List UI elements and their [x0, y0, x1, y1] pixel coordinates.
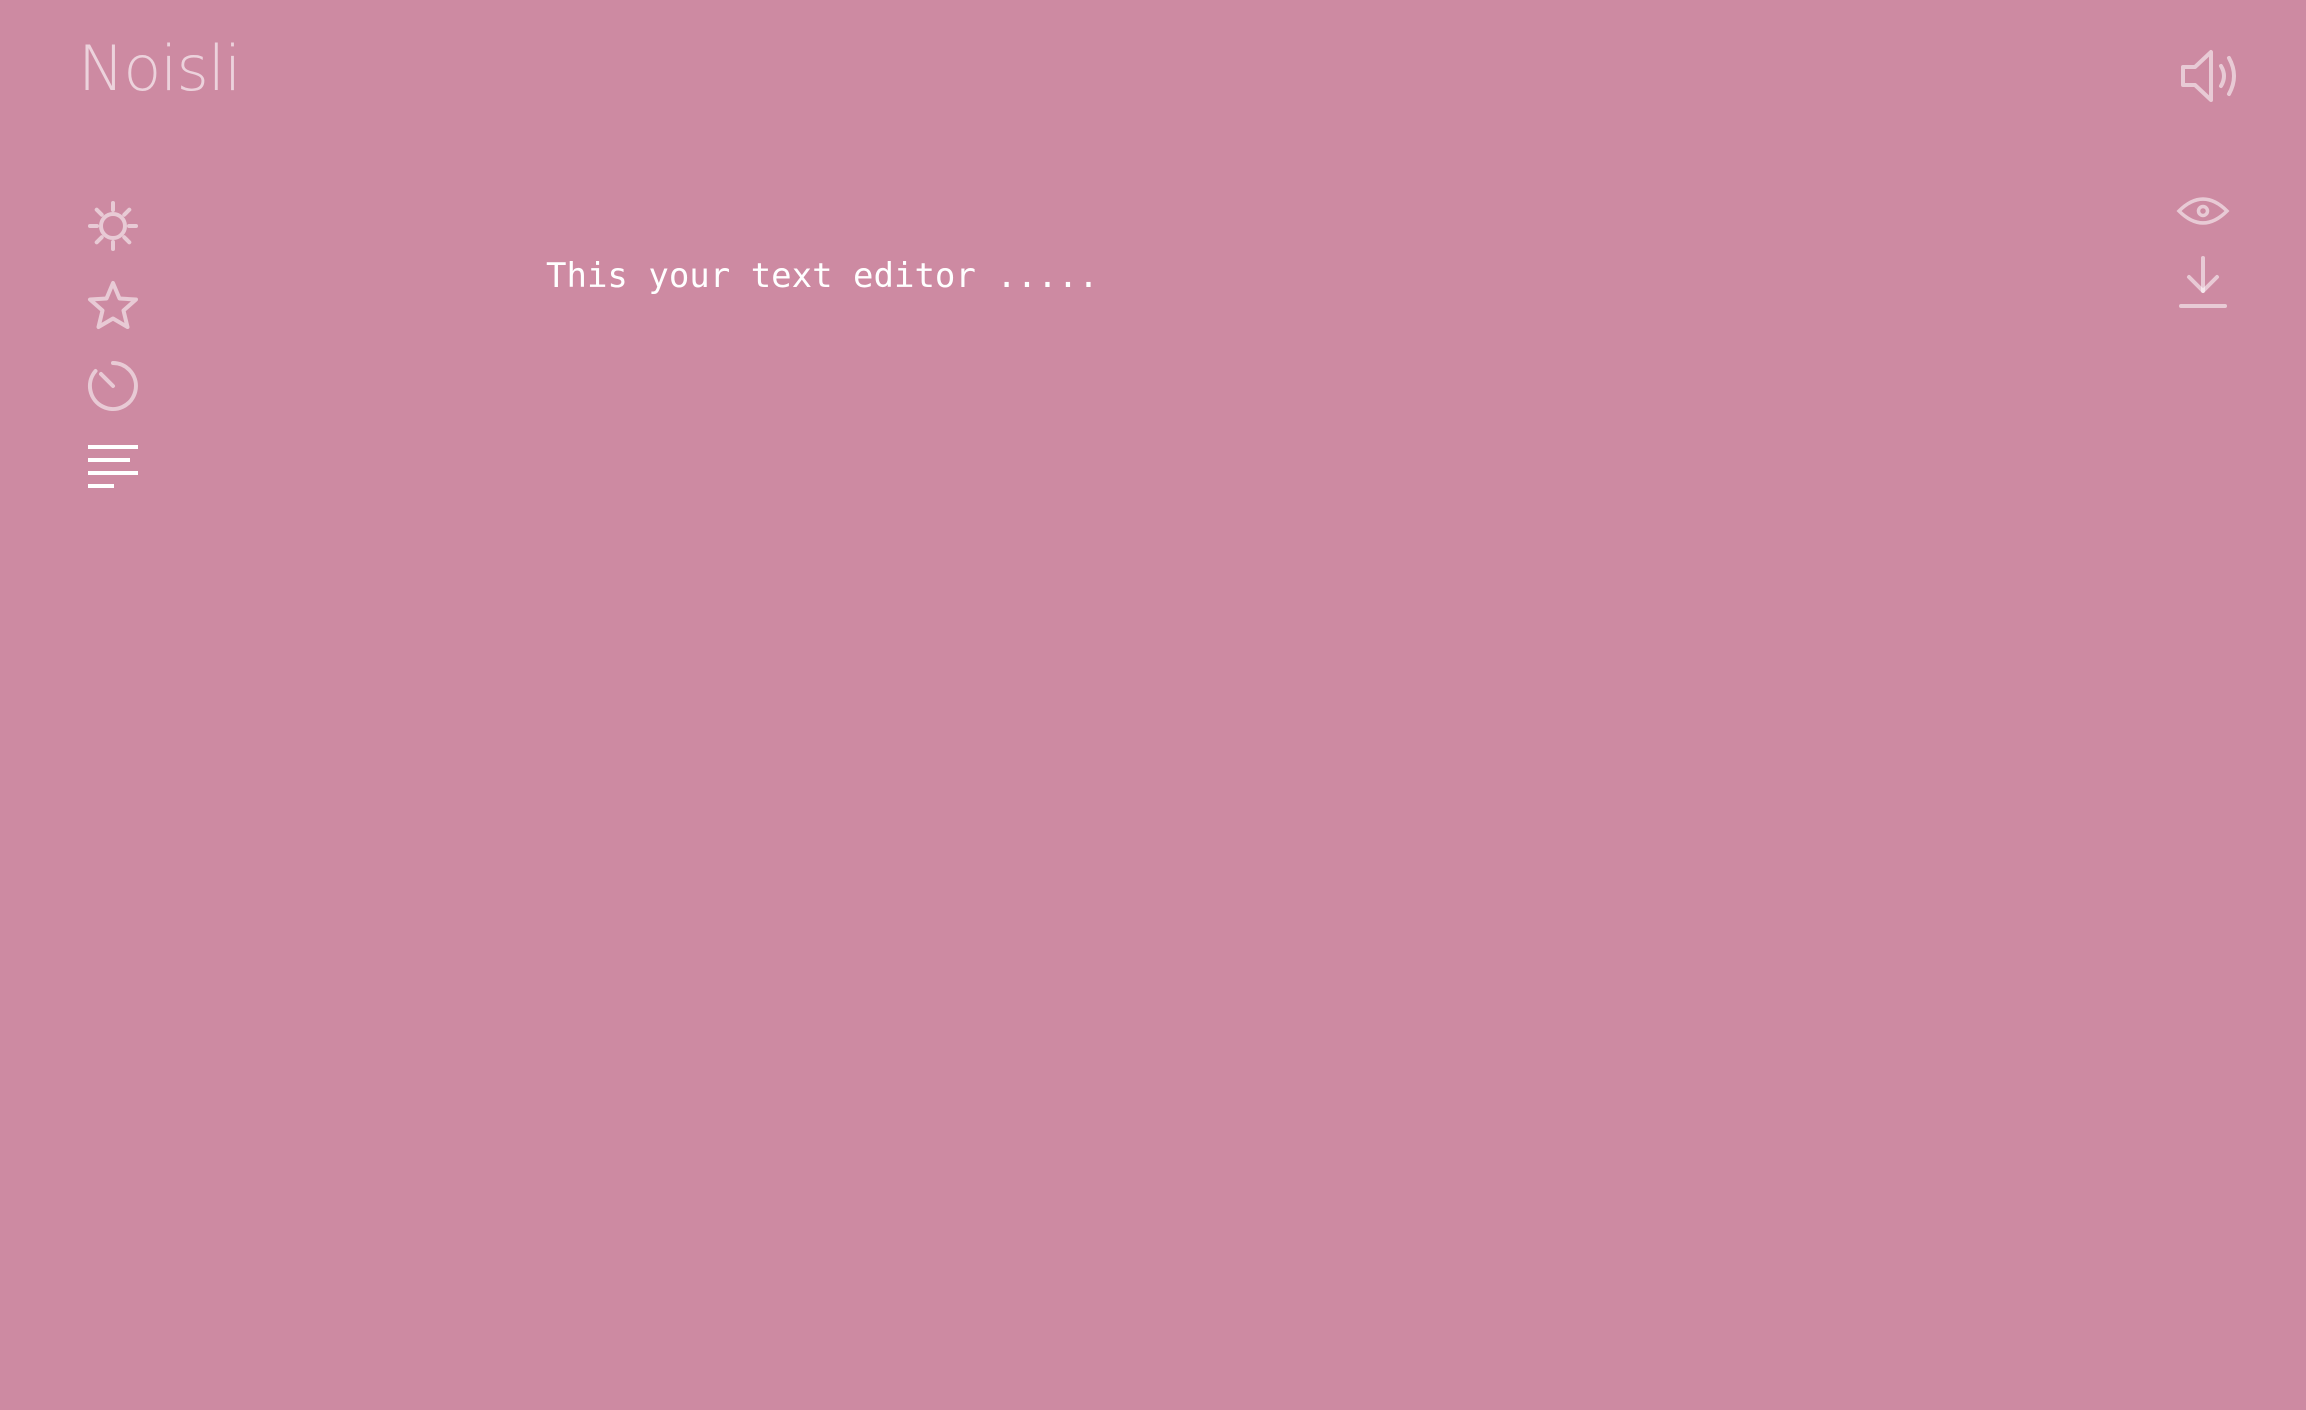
gear-icon	[88, 201, 138, 251]
volume-button[interactable]	[2178, 44, 2244, 108]
eye-icon	[2176, 197, 2230, 225]
settings-button[interactable]	[82, 196, 144, 256]
star-icon	[88, 281, 138, 329]
timer-icon	[87, 361, 138, 411]
text-editor-area[interactable]: This your text editor .....	[546, 248, 2106, 1328]
preview-button[interactable]	[2174, 186, 2232, 236]
text-lines-icon	[88, 445, 138, 488]
app-logo[interactable]: Noisli	[78, 38, 241, 100]
favorites-button[interactable]	[82, 276, 144, 336]
download-icon	[2179, 256, 2227, 308]
timer-button[interactable]	[82, 356, 144, 416]
text-editor-button[interactable]	[82, 436, 144, 496]
download-button[interactable]	[2174, 252, 2232, 312]
speaker-volume-icon	[2181, 50, 2236, 102]
